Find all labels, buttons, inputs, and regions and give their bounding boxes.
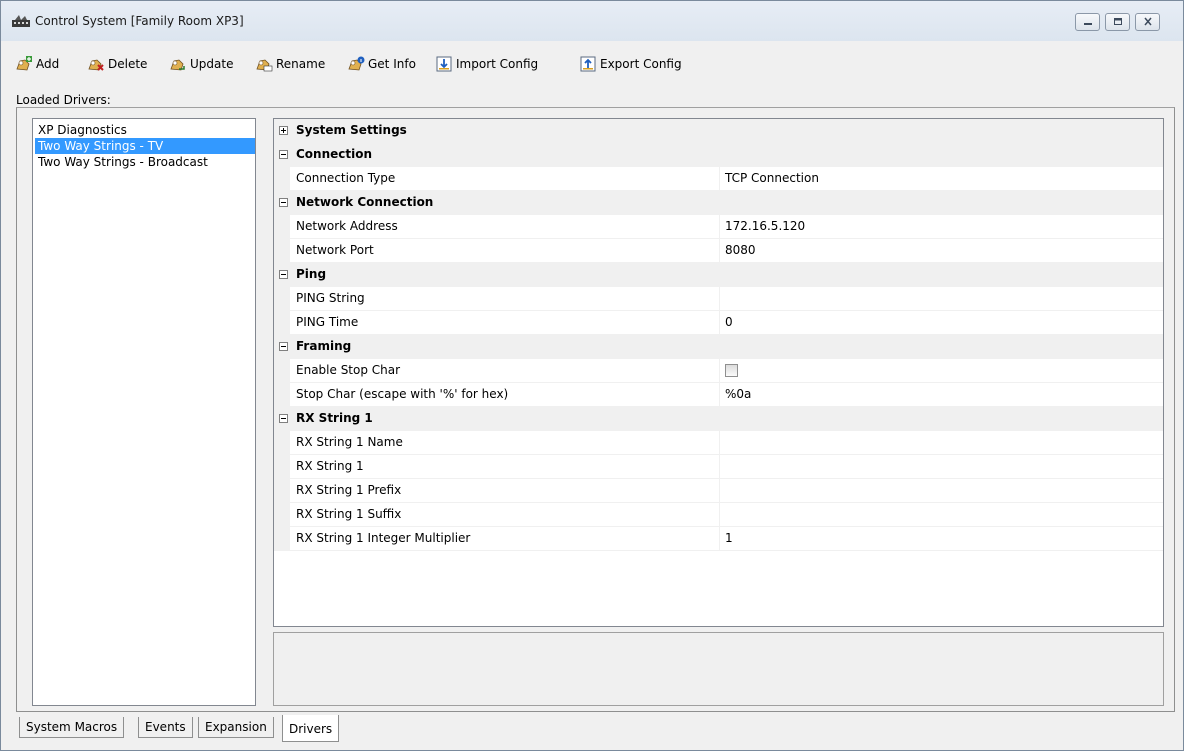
property-value[interactable]: 172.16.5.120 — [725, 219, 805, 233]
tab-drivers[interactable]: Drivers — [282, 715, 340, 742]
category-rx-string-1[interactable]: RX String 1 — [274, 407, 1163, 431]
property-description-panel — [273, 632, 1164, 706]
property-row-connection-type[interactable]: Connection Type TCP Connection — [274, 167, 1163, 191]
rename-button[interactable]: Rename — [255, 54, 325, 74]
property-row-ping-string[interactable]: PING String — [274, 287, 1163, 311]
control-system-window: Control System [Family Room XP3] Add Del… — [0, 0, 1184, 751]
property-value[interactable]: %0a — [725, 387, 751, 401]
update-driver-icon — [170, 59, 185, 71]
property-name: RX String 1 Prefix — [296, 483, 402, 497]
property-name: RX String 1 Suffix — [296, 507, 402, 521]
import-config-label: Import Config — [456, 57, 539, 71]
driver-item-xp-diagnostics[interactable]: XP Diagnostics — [35, 122, 130, 138]
title-bar[interactable]: Control System [Family Room XP3] — [1, 1, 1183, 41]
collapse-icon[interactable] — [279, 270, 288, 279]
property-row-enable-stop-char[interactable]: Enable Stop Char — [274, 359, 1163, 383]
property-row-rx-string-1-name[interactable]: RX String 1 Name — [274, 431, 1163, 455]
maximize-icon — [1114, 18, 1122, 25]
property-grid: System Settings Connection Connection Ty… — [273, 118, 1164, 627]
close-button[interactable] — [1135, 13, 1160, 31]
collapse-icon[interactable] — [279, 150, 288, 159]
property-row-rx-string-1[interactable]: RX String 1 — [274, 455, 1163, 479]
loaded-drivers-list[interactable]: XP Diagnostics Two Way Strings - TV Two … — [32, 118, 256, 706]
category-framing[interactable]: Framing — [274, 335, 1163, 359]
property-value[interactable]: 0 — [725, 315, 733, 329]
window-title: Control System [Family Room XP3] — [35, 14, 244, 28]
category-system-settings[interactable]: System Settings — [274, 119, 1163, 143]
category-network-connection[interactable]: Network Connection — [274, 191, 1163, 215]
category-connection[interactable]: Connection — [274, 143, 1163, 167]
enable-stop-char-checkbox[interactable] — [725, 364, 738, 377]
property-row-network-address[interactable]: Network Address 172.16.5.120 — [274, 215, 1163, 239]
minimize-button[interactable] — [1075, 13, 1100, 31]
rename-driver-icon — [256, 59, 273, 72]
driver-item-two-way-strings-broadcast[interactable]: Two Way Strings - Broadcast — [35, 154, 211, 170]
import-config-button[interactable]: Import Config — [435, 54, 538, 74]
close-icon — [1144, 17, 1152, 26]
driver-item-two-way-strings-tv[interactable]: Two Way Strings - TV — [35, 138, 255, 154]
add-button[interactable]: Add — [15, 54, 59, 74]
rename-label: Rename — [276, 57, 326, 71]
property-row-rx-string-1-suffix[interactable]: RX String 1 Suffix — [274, 503, 1163, 527]
category-title: Framing — [296, 339, 352, 353]
get-info-label: Get Info — [368, 57, 416, 71]
export-config-label: Export Config — [600, 57, 682, 71]
category-ping[interactable]: Ping — [274, 263, 1163, 287]
add-label: Add — [36, 57, 60, 71]
property-row-stop-char[interactable]: Stop Char (escape with '%' for hex) %0a — [274, 383, 1163, 407]
property-name: RX String 1 Name — [296, 435, 403, 449]
info-driver-icon — [348, 56, 365, 71]
add-driver-icon — [16, 56, 32, 71]
control-system-icon — [12, 15, 30, 27]
delete-label: Delete — [108, 57, 148, 71]
collapse-icon[interactable] — [279, 198, 288, 207]
property-name: Stop Char (escape with '%' for hex) — [296, 387, 509, 401]
export-config-button[interactable]: Export Config — [579, 54, 682, 74]
collapse-icon[interactable] — [279, 414, 288, 423]
update-button[interactable]: Update — [169, 54, 233, 74]
property-name: PING Time — [296, 315, 359, 329]
get-info-button[interactable]: Get Info — [347, 54, 416, 74]
property-value[interactable]: 1 — [725, 531, 733, 545]
property-row-ping-time[interactable]: PING Time 0 — [274, 311, 1163, 335]
property-name: PING String — [296, 291, 365, 305]
property-row-rx-string-1-integer-multiplier[interactable]: RX String 1 Integer Multiplier 1 — [274, 527, 1163, 551]
property-name: Enable Stop Char — [296, 363, 401, 377]
category-title: Connection — [296, 147, 373, 161]
collapse-icon[interactable] — [279, 342, 288, 351]
property-row-rx-string-1-prefix[interactable]: RX String 1 Prefix — [274, 479, 1163, 503]
minimize-icon — [1084, 23, 1092, 25]
tab-system-macros[interactable]: System Macros — [19, 717, 125, 738]
loaded-drivers-label: Loaded Drivers: — [16, 93, 111, 107]
import-icon — [436, 56, 452, 72]
property-name: Network Port — [296, 243, 374, 257]
property-name: RX String 1 — [296, 459, 364, 473]
property-row-network-port[interactable]: Network Port 8080 — [274, 239, 1163, 263]
property-name: Network Address — [296, 219, 398, 233]
category-title: Network Connection — [296, 195, 434, 209]
maximize-button[interactable] — [1105, 13, 1130, 31]
update-label: Update — [190, 57, 234, 71]
tab-events[interactable]: Events — [138, 717, 193, 738]
property-name: Connection Type — [296, 171, 396, 185]
delete-driver-icon — [88, 59, 104, 71]
property-value[interactable]: TCP Connection — [725, 171, 819, 185]
category-title: System Settings — [296, 123, 407, 137]
delete-button[interactable]: Delete — [87, 54, 147, 74]
category-title: RX String 1 — [296, 411, 373, 425]
category-title: Ping — [296, 267, 327, 281]
export-icon — [580, 56, 596, 72]
expand-icon[interactable] — [279, 126, 288, 135]
tab-expansion[interactable]: Expansion — [198, 717, 274, 738]
property-name: RX String 1 Integer Multiplier — [296, 531, 471, 545]
property-value[interactable]: 8080 — [725, 243, 756, 257]
